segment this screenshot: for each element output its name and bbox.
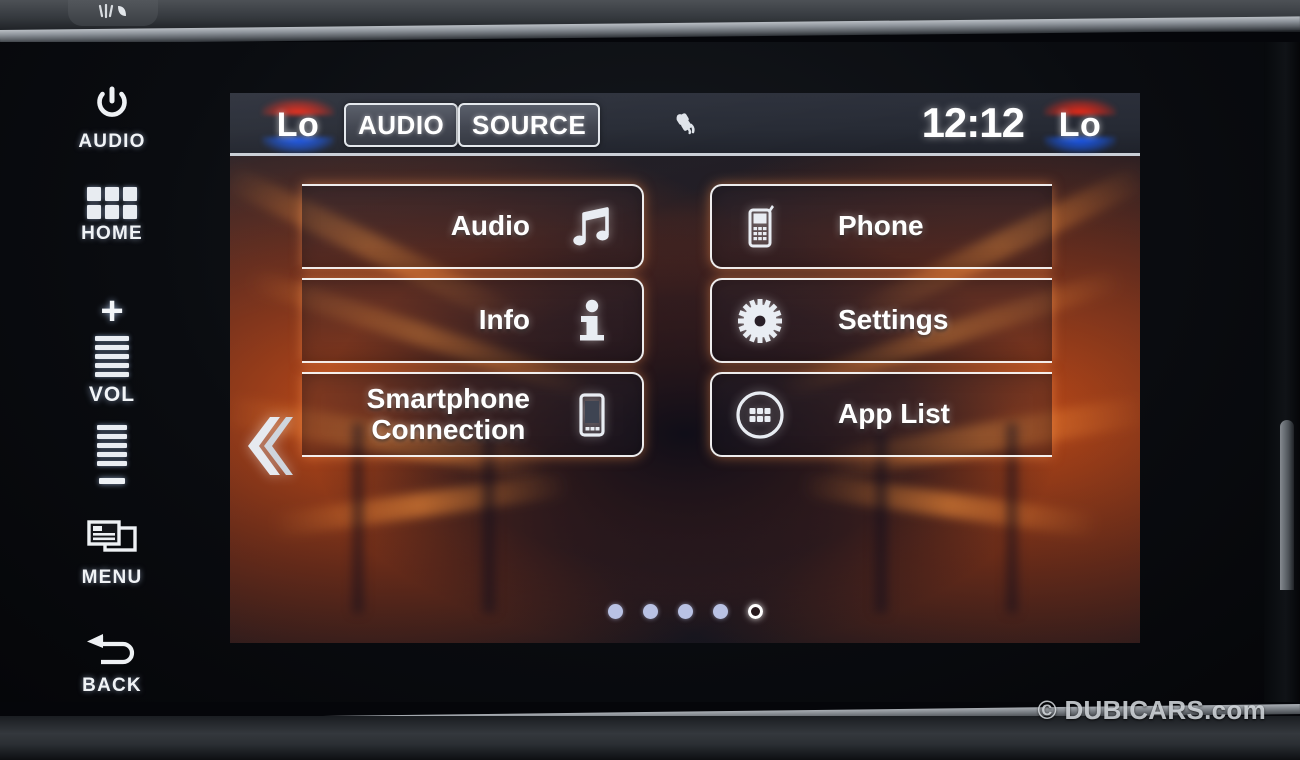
watermark: © DUBICARS.com (1037, 695, 1266, 725)
cellphone-icon (732, 199, 788, 255)
clock: 12:12 (921, 99, 1025, 146)
power-icon (93, 84, 131, 127)
dashboard-right-pillar (1264, 42, 1300, 702)
hardware-button-audio[interactable]: AUDIO (48, 84, 176, 153)
tile-audio[interactable]: Audio (302, 184, 644, 269)
info-icon (564, 293, 620, 349)
tile-info-label: Info (478, 304, 530, 336)
tile-phone[interactable]: Phone (710, 184, 1052, 269)
hardware-volume-slider[interactable]: + VOL (48, 289, 176, 484)
infotainment-screenshot: AUDIO HOME + VOL MENU BACK Lo AUDIO SOUR… (0, 0, 1300, 760)
status-source-button[interactable]: SOURCE (458, 103, 601, 147)
tile-audio-label: Audio (450, 210, 530, 242)
infotainment-display[interactable]: Lo AUDIO SOURCE 12:12 Lo Audio Info Smar… (230, 93, 1140, 643)
tile-phone-label: Phone (838, 210, 924, 242)
status-bar: Lo AUDIO SOURCE 12:12 Lo (230, 93, 1140, 156)
status-audio-button[interactable]: AUDIO (344, 103, 459, 147)
previous-page-chevron-icon[interactable] (240, 411, 294, 481)
climate-temp-right[interactable]: Lo (1034, 99, 1126, 153)
hardware-button-home-label: HOME (81, 223, 143, 244)
tile-info[interactable]: Info (302, 278, 644, 363)
dashboard-bottom-edge (0, 744, 1300, 760)
tile-smartphone-connection-line2: Connection (371, 413, 526, 445)
hardware-button-column: AUDIO HOME + VOL MENU BACK (48, 70, 176, 696)
windows-icon (85, 518, 139, 563)
tile-settings[interactable]: Settings (710, 278, 1052, 363)
volume-bars-upper-icon (95, 336, 129, 377)
home-menu-tiles: Audio Info Smartphone Connection Phone S… (230, 156, 1140, 576)
hardware-button-back-label: BACK (82, 675, 142, 696)
volume-plus-label: + (100, 289, 124, 333)
grid-icon (87, 187, 137, 219)
music-note-icon (564, 199, 620, 255)
tile-app-list[interactable]: App List (710, 372, 1052, 457)
smartphone-icon (564, 387, 620, 443)
climate-temp-left[interactable]: Lo (252, 99, 344, 153)
hardware-button-vol-label: VOL (88, 383, 136, 406)
page-dot-active[interactable] (747, 604, 763, 619)
hardware-button-menu-label: MENU (81, 567, 143, 588)
return-arrow-icon (85, 630, 139, 671)
page-dot[interactable] (712, 604, 728, 619)
hardware-button-back[interactable]: BACK (48, 630, 176, 697)
volume-bars-lower-icon (97, 425, 127, 466)
page-dot[interactable] (607, 604, 623, 619)
tile-app-list-label: App List (838, 398, 950, 430)
hardware-button-home[interactable]: HOME (48, 187, 176, 245)
app-grid-circle-icon (732, 387, 788, 443)
tile-smartphone-connection-label: Smartphone Connection (367, 384, 530, 444)
tile-smartphone-connection[interactable]: Smartphone Connection (302, 372, 644, 457)
climate-temp-right-value: Lo (1058, 105, 1102, 144)
page-dot[interactable] (677, 604, 693, 619)
hardware-button-menu[interactable]: MENU (48, 518, 176, 589)
vent-marking-icon (92, 3, 136, 20)
volume-minus-icon (99, 478, 125, 484)
gear-icon (732, 293, 788, 349)
hardware-button-audio-label: AUDIO (78, 131, 146, 152)
page-indicator-dots[interactable] (230, 604, 1140, 619)
climate-temp-left-value: Lo (276, 105, 320, 144)
satellite-icon (668, 111, 708, 146)
tile-smartphone-connection-line1: Smartphone (366, 383, 530, 415)
dashboard-right-chrome-accent (1280, 420, 1294, 590)
page-dot[interactable] (642, 604, 658, 619)
tile-settings-label: Settings (838, 304, 949, 336)
